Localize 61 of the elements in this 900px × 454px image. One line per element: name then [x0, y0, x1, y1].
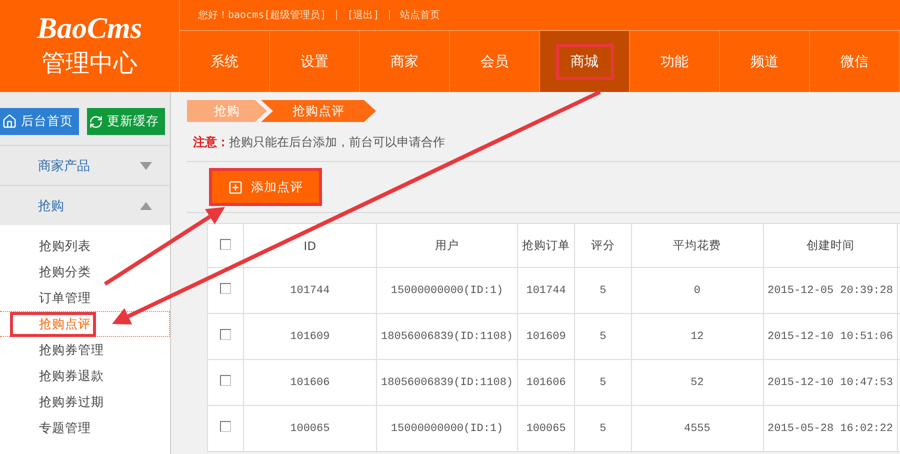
- table-cell: 5: [574, 314, 632, 360]
- column-header: ID: [243, 224, 377, 268]
- sidebar-item[interactable]: 抢购列表: [0, 233, 170, 259]
- table-cell: 101606: [518, 360, 575, 406]
- nav-tab[interactable]: 商城: [540, 31, 630, 92]
- table-cell: 5: [574, 268, 632, 314]
- row-checkbox[interactable]: [220, 283, 231, 294]
- refresh-icon: [89, 114, 103, 128]
- section-label: 商家产品: [38, 158, 90, 174]
- home-button[interactable]: 后台首页: [0, 108, 79, 135]
- table-cell: 2015-05-28 16:02:22: [763, 406, 898, 452]
- column-header: 评分: [574, 224, 632, 268]
- breadcrumb-item[interactable]: 抢购: [187, 100, 267, 122]
- column-header: 抢购订单: [518, 224, 575, 268]
- table-cell: 0: [631, 268, 764, 314]
- sidebar-item[interactable]: 抢购券管理: [0, 337, 170, 363]
- table-cell: 12: [631, 314, 764, 360]
- sidebar-section[interactable]: 抢购: [0, 185, 170, 225]
- table-cell: 5: [574, 360, 632, 406]
- row-checkbox[interactable]: [220, 329, 231, 340]
- row-checkbox[interactable]: [220, 375, 231, 386]
- table-cell: 101744: [518, 268, 575, 314]
- table-cell: 101609: [518, 314, 575, 360]
- table-cell: 100065: [518, 406, 575, 452]
- table-cell: 15000000000(ID:1): [376, 268, 518, 314]
- top-link[interactable]: [退出]: [347, 8, 380, 22]
- home-icon: [2, 114, 17, 129]
- breadcrumb-item: 抢购点评: [261, 100, 376, 122]
- sidebar-item[interactable]: 抢购分类: [0, 259, 170, 285]
- table-cell: 100065: [243, 406, 377, 452]
- table-cell: 2015-12-10 10:51:06: [763, 314, 898, 360]
- plus-icon: [228, 180, 243, 194]
- row-checkbox[interactable]: [220, 421, 231, 432]
- table-cell: 2015-12-05 20:39:28: [763, 268, 898, 314]
- select-all-checkbox[interactable]: [220, 238, 231, 250]
- column-header: 创建时间: [763, 224, 898, 268]
- top-link[interactable]: 站点首页: [400, 8, 440, 22]
- sidebar-item[interactable]: 抢购券过期: [0, 389, 170, 415]
- table-cell: 2015-12-10 10:47:53: [763, 360, 898, 406]
- table-cell: 52: [631, 360, 764, 406]
- logo-subtitle: 管理中心: [42, 48, 138, 79]
- sidebar-item[interactable]: 专题管理: [0, 415, 170, 441]
- table-cell: 18056006839(ID:1108): [376, 360, 518, 406]
- table-cell: 18056006839(ID:1108): [376, 314, 518, 360]
- column-header: 平均花费: [631, 224, 764, 268]
- sidebar-item[interactable]: 抢购券退款: [0, 363, 170, 389]
- section-label: 抢购: [38, 198, 64, 214]
- greeting-text: 您好！baocms[超级管理员]: [198, 8, 326, 22]
- table-cell: 15000000000(ID:1): [376, 406, 518, 452]
- sidebar-item[interactable]: 订单管理: [0, 285, 170, 311]
- table-cell: 101606: [243, 360, 377, 406]
- table-cell: 101744: [243, 268, 377, 314]
- table-cell: 4555: [631, 406, 764, 452]
- table-cell: 101609: [243, 314, 377, 360]
- refresh-button[interactable]: 更新缓存: [87, 108, 165, 135]
- logo-text: BaoCms: [36, 12, 142, 46]
- notice-text: 注意：抢购只能在后台添加，前台可以申请合作: [192, 134, 446, 151]
- sidebar-section[interactable]: 商家产品: [0, 145, 170, 185]
- add-review-button[interactable]: 添加点评: [209, 168, 322, 206]
- column-header: 用户: [376, 224, 518, 268]
- table-cell: 5: [574, 406, 632, 452]
